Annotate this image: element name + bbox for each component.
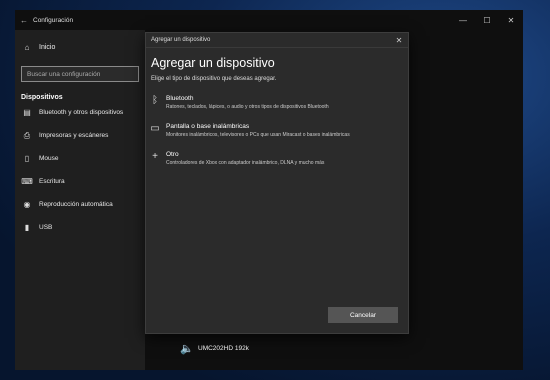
keyboard-icon: ⌨ <box>21 177 33 186</box>
bluetooth-icon: ᛒ <box>152 95 158 106</box>
option-desc: Controladores de Xbox con adaptador inal… <box>166 160 325 166</box>
option-wireless-display[interactable]: ▭ Pantalla o base inalámbricas Monitores… <box>149 123 408 138</box>
option-desc: Monitores inalámbricos, televisores o PC… <box>166 132 350 138</box>
sidebar-item-label: USB <box>39 224 53 231</box>
sidebar-item-label: Impresoras y escáneres <box>39 132 109 139</box>
minimize-icon[interactable]: — <box>451 16 475 25</box>
dialog-close-icon[interactable]: ✕ <box>390 36 408 45</box>
window-title: Configuración <box>33 16 74 24</box>
sidebar: ⌂ Inicio Buscar una configuración Dispos… <box>15 30 145 370</box>
home-label: Inicio <box>39 43 56 51</box>
search-input[interactable]: Buscar una configuración <box>21 66 139 82</box>
option-other[interactable]: + Otro Controladores de Xbox con adaptad… <box>149 151 408 166</box>
option-title: Otro <box>166 151 179 158</box>
option-title: Bluetooth <box>166 95 194 102</box>
close-icon[interactable]: ✕ <box>499 16 523 25</box>
title-bar: ← Configuración — ☐ ✕ <box>15 10 523 30</box>
plus-icon: + <box>152 151 158 162</box>
mouse-icon: ▯ <box>24 154 30 163</box>
dialog-subtitle: Elige el tipo de dispositivo que deseas … <box>151 76 277 82</box>
home-icon: ⌂ <box>24 42 30 52</box>
search-placeholder: Buscar una configuración <box>27 70 101 78</box>
window-controls: — ☐ ✕ <box>451 16 523 25</box>
sidebar-item-label: Mouse <box>39 155 59 162</box>
maximize-icon[interactable]: ☐ <box>475 16 499 25</box>
sidebar-item-label: Reproducción automática <box>39 201 113 208</box>
sidebar-item-mouse[interactable]: ▯ Mouse <box>15 147 145 170</box>
bluetooth-devices-icon: ▤ <box>23 108 31 117</box>
usb-icon: ▮ <box>24 223 30 232</box>
option-title: Pantalla o base inalámbricas <box>166 123 250 130</box>
sidebar-item-typing[interactable]: ⌨ Escritura <box>15 170 145 193</box>
monitor-icon: ▭ <box>150 123 160 134</box>
sidebar-item-bluetooth[interactable]: ▤ Bluetooth y otros dispositivos <box>15 101 145 124</box>
speaker-icon: 🔈 <box>180 343 194 355</box>
dialog-title: Agregar un dispositivo <box>151 37 211 43</box>
sidebar-item-label: Bluetooth y otros dispositivos <box>39 109 124 116</box>
sidebar-item-autoplay[interactable]: ◉ Reproducción automática <box>15 193 145 216</box>
dialog-heading: Agregar un dispositivo <box>151 56 275 70</box>
add-device-dialog: Agregar un dispositivo ✕ Agregar un disp… <box>145 32 409 334</box>
device-label: UMC202HD 192k <box>198 345 249 352</box>
option-desc: Ratones, teclados, lápices, o audio y ot… <box>166 104 329 110</box>
autoplay-icon: ◉ <box>23 200 31 209</box>
audio-device-item: 🔈 UMC202HD 192k <box>180 342 249 355</box>
sidebar-item-usb[interactable]: ▮ USB <box>15 216 145 239</box>
sidebar-item-printers[interactable]: ⎙ Impresoras y escáneres <box>15 124 145 147</box>
cancel-button[interactable]: Cancelar <box>328 307 398 323</box>
sidebar-item-label: Escritura <box>39 178 65 185</box>
printer-icon: ⎙ <box>23 130 31 140</box>
section-title: Dispositivos <box>21 94 63 101</box>
sidebar-item-home[interactable]: ⌂ Inicio <box>15 38 145 56</box>
dialog-title-bar: Agregar un dispositivo ✕ <box>146 33 408 48</box>
back-arrow-icon[interactable]: ← <box>15 16 33 25</box>
option-bluetooth[interactable]: ᛒ Bluetooth Ratones, teclados, lápices, … <box>149 95 408 110</box>
